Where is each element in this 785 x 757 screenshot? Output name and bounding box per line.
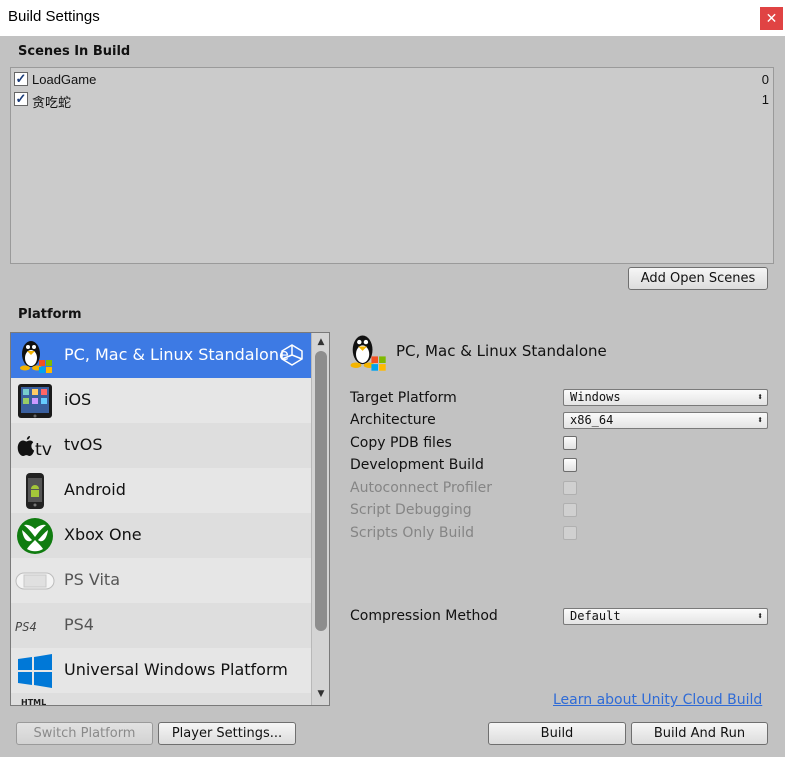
platform-item-uwp[interactable]: Universal Windows Platform: [11, 648, 311, 693]
build-and-run-button[interactable]: Build And Run: [631, 722, 768, 745]
scene-index: 1: [761, 92, 769, 107]
scene-checkbox[interactable]: ✓: [14, 72, 28, 86]
script-debugging-checkbox: [563, 503, 577, 517]
platform-label: PS Vita: [64, 570, 121, 589]
scroll-up-icon[interactable]: ▲: [315, 337, 327, 347]
scene-name: LoadGame: [32, 72, 97, 87]
html-icon-text: HTML: [21, 698, 46, 706]
autoconnect-profiler-checkbox: [563, 481, 577, 495]
switch-platform-button[interactable]: Switch Platform: [16, 722, 153, 745]
target-platform-value: Windows: [570, 390, 621, 404]
platform-item-ps-vita[interactable]: PS Vita: [11, 558, 311, 603]
copy-pdb-checkbox[interactable]: [563, 436, 577, 450]
scene-row[interactable]: ✓ 贪吃蛇 1: [11, 90, 773, 110]
add-open-scenes-button[interactable]: Add Open Scenes: [628, 267, 768, 290]
platform-label: tvOS: [64, 435, 103, 454]
build-button[interactable]: Build: [488, 722, 626, 745]
linux-penguin-icon: [15, 337, 55, 375]
scene-row[interactable]: ✓ LoadGame 0: [11, 70, 773, 90]
architecture-value: x86_64: [570, 413, 614, 427]
compression-method-dropdown[interactable]: Default ⬍: [563, 608, 768, 625]
standalone-platform-icon: [345, 330, 389, 374]
scene-checkbox[interactable]: ✓: [14, 92, 28, 106]
compression-method-label: Compression Method: [350, 608, 498, 624]
scenes-list[interactable]: ✓ LoadGame 0 ✓ 贪吃蛇 1: [10, 67, 774, 264]
platform-section-label: Platform: [18, 307, 82, 322]
copy-pdb-label: Copy PDB files: [350, 435, 452, 451]
platform-scrollbar[interactable]: ▲ ▼: [311, 333, 329, 705]
scene-name: 贪吃蛇: [32, 95, 72, 110]
platform-label: iOS: [64, 390, 92, 409]
autoconnect-profiler-label: Autoconnect Profiler: [350, 480, 493, 496]
compression-method-value: Default: [570, 609, 621, 623]
ps-vita-icon: [15, 562, 55, 600]
platform-list[interactable]: PC, Mac & Linux Standalone iOS tv tvOS A…: [10, 332, 330, 706]
unity-cloud-build-link[interactable]: Learn about Unity Cloud Build: [553, 692, 762, 708]
android-phone-icon: [15, 472, 55, 510]
scene-index: 0: [761, 72, 769, 87]
unity-logo-icon: [281, 344, 303, 366]
dropdown-arrows-icon: ⬍: [756, 392, 763, 403]
scripts-only-build-label: Scripts Only Build: [350, 525, 475, 541]
script-debugging-label: Script Debugging: [350, 502, 472, 518]
scroll-thumb[interactable]: [315, 351, 327, 631]
apple-tv-icon: tv: [15, 427, 55, 465]
platform-item-ios[interactable]: iOS: [11, 378, 311, 423]
scenes-section-label: Scenes In Build: [18, 44, 131, 59]
platform-item-standalone[interactable]: PC, Mac & Linux Standalone: [11, 333, 311, 378]
platform-label: PC, Mac & Linux Standalone: [64, 345, 289, 364]
ipad-icon: [15, 382, 55, 420]
platform-item-android[interactable]: Android: [11, 468, 311, 513]
platform-item-xbox[interactable]: Xbox One: [11, 513, 311, 558]
window-title: Build Settings: [8, 8, 100, 25]
ps4-icon: PS4: [15, 607, 55, 645]
title-bar: Build Settings ✕: [0, 0, 785, 36]
windows-icon: [15, 652, 55, 690]
player-settings-button[interactable]: Player Settings...: [158, 722, 296, 745]
xbox-icon: [15, 517, 55, 555]
close-button[interactable]: ✕: [760, 7, 783, 30]
dropdown-arrows-icon: ⬍: [756, 415, 763, 426]
architecture-label: Architecture: [350, 412, 436, 428]
ps4-icon-text: PS4: [15, 620, 37, 634]
platform-label: Xbox One: [64, 525, 142, 544]
html5-icon: HTML: [15, 695, 55, 706]
platform-item-tvos[interactable]: tv tvOS: [11, 423, 311, 468]
platform-label: PS4: [64, 615, 94, 634]
development-build-checkbox[interactable]: [563, 458, 577, 472]
platform-label: Universal Windows Platform: [64, 660, 288, 679]
platform-item-webgl-partial[interactable]: HTML: [11, 693, 311, 706]
target-platform-dropdown[interactable]: Windows ⬍: [563, 389, 768, 406]
scripts-only-build-checkbox: [563, 526, 577, 540]
selected-platform-title: PC, Mac & Linux Standalone: [396, 342, 607, 360]
platform-item-ps4[interactable]: PS4 PS4: [11, 603, 311, 648]
dropdown-arrows-icon: ⬍: [756, 611, 763, 622]
tv-icon-text: tv: [35, 440, 52, 460]
scroll-down-icon[interactable]: ▼: [315, 689, 327, 699]
development-build-label: Development Build: [350, 457, 484, 473]
close-icon: ✕: [765, 10, 778, 26]
target-platform-label: Target Platform: [350, 390, 457, 406]
architecture-dropdown[interactable]: x86_64 ⬍: [563, 412, 768, 429]
platform-label: Android: [64, 480, 126, 499]
